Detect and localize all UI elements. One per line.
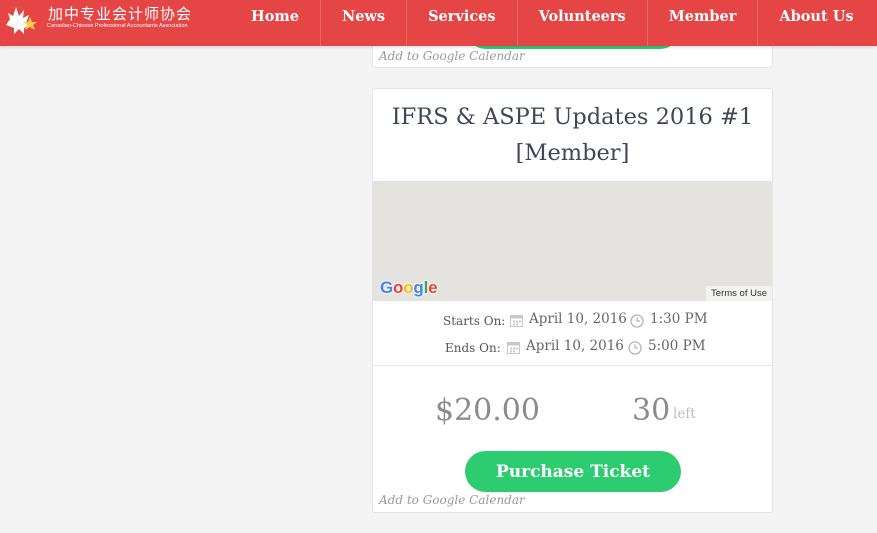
clock-icon [630,314,644,328]
maple-leaf-icon [6,7,37,34]
ticket-price: $20.00 [435,393,540,428]
tickets-left-count: 30 [632,393,671,428]
starts-on-label: Starts On: [443,314,506,328]
calendar-icon [510,315,523,327]
tickets-left-label: left [673,406,696,422]
event-title: IFRS & ASPE Updates 2016 #1 [Member] [391,104,754,166]
calendar-icon [507,342,520,354]
end-date: April 10, 2016 [526,338,624,354]
nav-home[interactable]: Home [230,0,321,46]
event-map[interactable]: Google Terms of Use [373,181,772,301]
google-logo: Google [380,278,438,297]
nav-services[interactable]: Services [407,0,518,46]
nav-member[interactable]: Member [648,0,759,46]
ends-on-label: Ends On: [445,341,501,355]
main-nav: Home News Services Volunteers Member Abo… [230,0,875,46]
map-terms-link[interactable]: Terms of Use [706,286,772,301]
event-end-row: Ends On: April 10, 2016 5:00 PM [373,338,772,358]
event-start-row: Starts On: April 10, 2016 1:30 PM [373,311,772,331]
purchase-ticket-button[interactable]: Purchase Ticket [465,451,681,492]
logo-english-name: Canadian-Chinese Professional Accountant… [47,23,188,29]
add-to-google-calendar-link[interactable]: Add to Google Calendar [379,493,525,507]
site-logo[interactable]: 加中专业会计师协会 Canadian-Chinese Professional … [4,1,204,39]
clock-icon [628,341,642,355]
end-time: 5:00 PM [648,338,706,354]
event-card: IFRS & ASPE Updates 2016 #1 [Member] Goo… [372,88,773,513]
site-header: 加中专业会计师协会 Canadian-Chinese Professional … [0,0,877,46]
nav-news[interactable]: News [321,0,408,46]
start-time: 1:30 PM [650,311,708,327]
nav-volunteers[interactable]: Volunteers [518,0,648,46]
logo-chinese-name: 加中专业会计师协会 [48,5,193,23]
divider [373,365,772,366]
nav-about-us[interactable]: About Us [758,0,874,46]
previous-add-to-google-calendar-link[interactable]: Add to Google Calendar [379,49,525,63]
start-date: April 10, 2016 [529,311,627,327]
